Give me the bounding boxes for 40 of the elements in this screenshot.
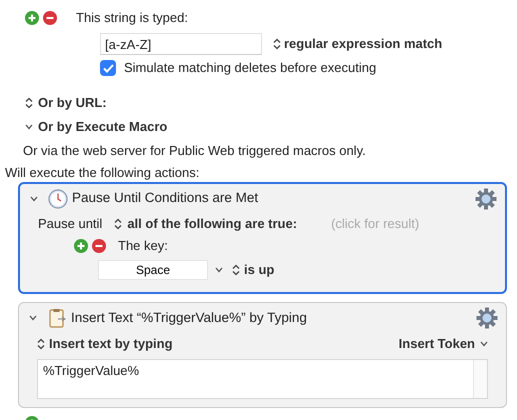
condition-mode-popup[interactable]: all of the following are true: [114, 216, 298, 232]
gear-icon[interactable] [476, 307, 498, 329]
web-server-note: Or via the web server for Public Web triggered macros only. [22, 143, 366, 160]
url-popup[interactable]: Or by URL: [25, 94, 107, 111]
simulate-checkbox[interactable] [100, 60, 116, 76]
key-state-popup[interactable]: is up [232, 262, 274, 278]
up-down-arrows-icon [25, 96, 33, 109]
remove-icon[interactable] [92, 238, 106, 253]
action-card[interactable]: Pause Until Conditions are Met Pause until all of the following are true: (click for result) The key: Space is up [18, 182, 507, 294]
match-mode-popup[interactable]: regular expression match [273, 36, 442, 52]
condition-label: The key: [118, 238, 168, 254]
add-icon[interactable] [25, 11, 39, 26]
gear-icon[interactable] [475, 188, 497, 210]
up-down-arrows-icon [114, 218, 122, 230]
scrollbar-track [473, 360, 487, 398]
checkbox-label: Simulate matching deletes before executing [124, 60, 376, 76]
clipboard-icon [47, 308, 67, 328]
action-title: Insert Text “%TriggerValue%” by Typing [71, 310, 307, 326]
key-select[interactable]: Space [98, 260, 208, 280]
add-icon[interactable] [74, 238, 88, 253]
up-down-arrows-icon [37, 338, 45, 350]
disclosure-chevron-icon[interactable] [30, 196, 38, 202]
chevron-down-icon[interactable] [25, 124, 33, 130]
pause-until-label: Pause until [38, 216, 102, 232]
insert-token-menu[interactable]: Insert Token [398, 336, 488, 352]
action-card[interactable]: Insert Text “%TriggerValue%” by Typing Insert text by typing Insert Token %TriggerValue% [18, 302, 507, 408]
up-down-arrows-icon [232, 264, 240, 276]
action-title: Pause Until Conditions are Met [72, 190, 258, 207]
insert-mode-popup[interactable]: Insert text by typing [37, 336, 173, 352]
disclosure-chevron-icon[interactable] [29, 315, 37, 321]
up-down-arrows-icon [273, 38, 281, 50]
remove-icon[interactable] [43, 11, 57, 26]
execute-macro-disclosure[interactable]: Or by Execute Macro [25, 118, 168, 135]
trigger-label: This string is typed: [76, 10, 188, 26]
chevron-down-icon[interactable] [215, 267, 223, 273]
actions-heading: Will execute the following actions: [4, 165, 200, 182]
string-field[interactable]: [a-zA-Z] [100, 33, 262, 56]
clock-icon [48, 188, 68, 208]
chevron-down-icon [480, 341, 488, 348]
text-area[interactable]: %TriggerValue% [37, 359, 488, 400]
